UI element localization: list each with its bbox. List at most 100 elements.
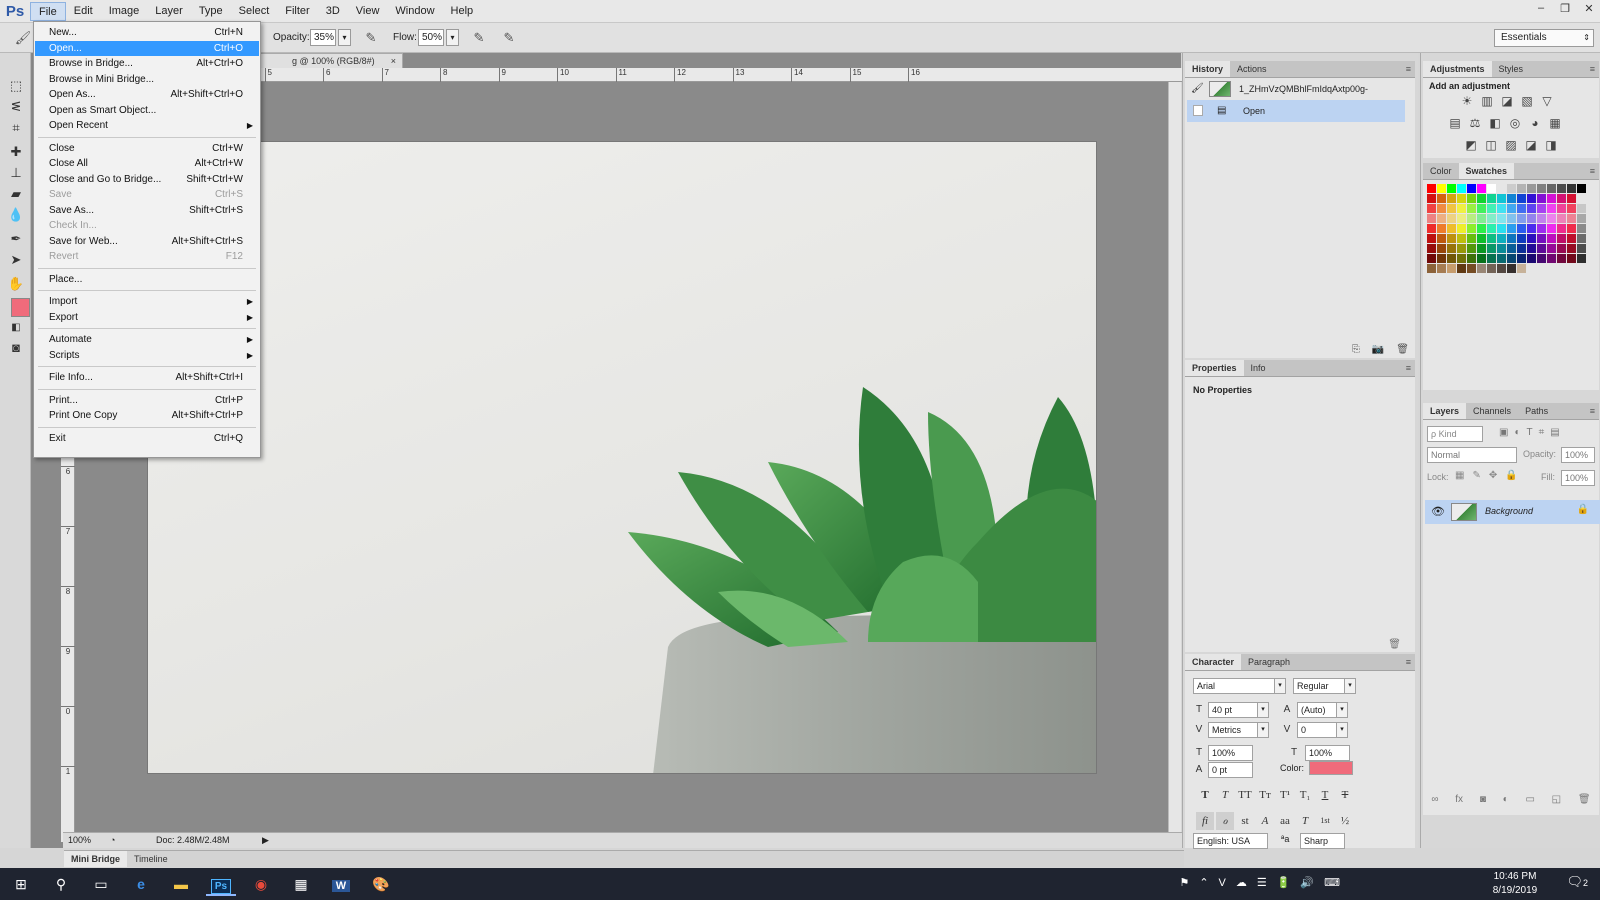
- file-menu-browse-in-bridge[interactable]: Browse in Bridge... Alt+Ctrl+O: [35, 56, 259, 71]
- adjustment-icon[interactable]: ▤: [1447, 116, 1463, 130]
- color-swatch[interactable]: [1427, 224, 1436, 233]
- discretionary-ligatures-button[interactable]: st: [1236, 812, 1254, 830]
- adjustment-icon[interactable]: ◕: [1527, 116, 1543, 130]
- clone-stamp-icon[interactable]: ⊥: [5, 163, 27, 183]
- file-menu-open-as-smart-object[interactable]: Open as Smart Object...: [35, 103, 259, 118]
- tab-paths[interactable]: Paths: [1518, 403, 1555, 419]
- color-swatch[interactable]: [1497, 264, 1506, 273]
- layers-footer-icon[interactable]: ▭: [1525, 794, 1534, 812]
- adjustment-icon[interactable]: ◎: [1507, 116, 1523, 130]
- layer-filter-kind[interactable]: ρ Kind: [1427, 426, 1483, 442]
- tab-properties[interactable]: Properties: [1185, 360, 1244, 376]
- file-explorer-icon[interactable]: ▬: [166, 872, 196, 896]
- tab-adjustments[interactable]: Adjustments: [1423, 61, 1492, 77]
- color-swatch[interactable]: [1467, 214, 1476, 223]
- tab-channels[interactable]: Channels: [1466, 403, 1518, 419]
- superscript-button[interactable]: T¹: [1276, 786, 1294, 804]
- history-step[interactable]: ▤ Open: [1187, 100, 1405, 122]
- color-swatch[interactable]: [1507, 234, 1516, 243]
- layer-filter-icons[interactable]: ▣◐T⌗▤: [1499, 427, 1566, 438]
- leading-dropdown-icon[interactable]: ▾: [1336, 702, 1348, 718]
- color-swatch[interactable]: [1517, 204, 1526, 213]
- menu-type[interactable]: Type: [191, 2, 231, 21]
- color-swatch[interactable]: [1447, 234, 1456, 243]
- color-swatch[interactable]: [1437, 234, 1446, 243]
- color-swatch[interactable]: [1567, 224, 1576, 233]
- tab-history[interactable]: History: [1185, 61, 1231, 77]
- menu-edit[interactable]: Edit: [66, 2, 101, 21]
- file-menu-automate[interactable]: Automate ▶: [35, 332, 259, 347]
- file-menu-browse-in-mini-bridge[interactable]: Browse in Mini Bridge...: [35, 72, 259, 87]
- color-swatch[interactable]: [1447, 204, 1456, 213]
- file-menu-check-in[interactable]: Check In...: [35, 218, 259, 233]
- layers-footer-icon[interactable]: 🗑: [1578, 794, 1591, 812]
- color-swatch[interactable]: [1467, 194, 1476, 203]
- search-icon[interactable]: ⚲: [46, 872, 76, 896]
- file-menu-import[interactable]: Import ▶: [35, 294, 259, 309]
- file-menu-scripts[interactable]: Scripts ▶: [35, 348, 259, 363]
- system-tray-icons[interactable]: ⚑⌃V☁☰🔋🔊⌨: [1179, 876, 1350, 889]
- adjustment-icon[interactable]: ◪: [1523, 138, 1539, 152]
- adjustment-icon[interactable]: ◩: [1463, 138, 1479, 152]
- restore-button[interactable]: ❐: [1554, 0, 1576, 16]
- color-swatch[interactable]: [1477, 224, 1486, 233]
- color-swatch[interactable]: [1497, 244, 1506, 253]
- zoom-level[interactable]: 100%: [68, 833, 91, 848]
- color-swatch[interactable]: [1507, 244, 1516, 253]
- color-swatch[interactable]: [1577, 224, 1586, 233]
- adjustment-icon[interactable]: ▽: [1539, 94, 1555, 108]
- color-swatch[interactable]: [1547, 184, 1556, 193]
- text-color-swatch[interactable]: [1309, 761, 1353, 775]
- color-swatch[interactable]: [1527, 234, 1536, 243]
- adjustment-icon[interactable]: ◧: [1487, 116, 1503, 130]
- color-swatch[interactable]: [1537, 214, 1546, 223]
- color-swatch[interactable]: [1497, 184, 1506, 193]
- file-menu-close-and-go-to-bridge[interactable]: Close and Go to Bridge... Shift+Ctrl+W: [35, 172, 259, 187]
- brush-tool-icon[interactable]: 🖌: [14, 29, 32, 47]
- pressure-size-icon[interactable]: ✎: [500, 29, 518, 47]
- tab-mini-bridge[interactable]: Mini Bridge: [64, 851, 127, 867]
- color-swatch[interactable]: [1477, 244, 1486, 253]
- tab-info[interactable]: Info: [1244, 360, 1273, 376]
- color-swatch[interactable]: [1457, 184, 1466, 193]
- chrome-icon[interactable]: ◉: [246, 872, 276, 896]
- clock[interactable]: 10:46 PM 8/19/2019: [1480, 870, 1550, 898]
- color-swatch[interactable]: [1567, 204, 1576, 213]
- alternates-button[interactable]: ℴ: [1216, 812, 1234, 830]
- color-swatch[interactable]: [1547, 194, 1556, 203]
- horizontal-scale-input[interactable]: 100%: [1305, 745, 1350, 761]
- all-caps-button[interactable]: TT: [1236, 786, 1254, 804]
- panel-menu-icon[interactable]: ≡: [1590, 163, 1595, 179]
- color-swatch[interactable]: [1467, 264, 1476, 273]
- color-swatch[interactable]: [1517, 254, 1526, 263]
- tab-character[interactable]: Character: [1185, 654, 1242, 670]
- color-swatch[interactable]: [1537, 234, 1546, 243]
- color-swatch[interactable]: [1497, 194, 1506, 203]
- color-swatch[interactable]: [1497, 204, 1506, 213]
- color-swatch[interactable]: [1507, 254, 1516, 263]
- notifications-icon[interactable]: 🗨2: [1566, 874, 1588, 890]
- adjustment-icon[interactable]: ◨: [1543, 138, 1559, 152]
- color-swatch[interactable]: [1547, 234, 1556, 243]
- faux-italic-button[interactable]: T: [1216, 786, 1234, 804]
- close-window-button[interactable]: ✕: [1578, 0, 1600, 16]
- color-swatch[interactable]: [1447, 194, 1456, 203]
- menu-window[interactable]: Window: [387, 2, 442, 21]
- stylistic-alternates-button[interactable]: aa: [1276, 812, 1294, 830]
- color-swatch[interactable]: [1527, 194, 1536, 203]
- color-swatch[interactable]: [1557, 184, 1566, 193]
- workspace-select[interactable]: Essentials ⇕: [1494, 29, 1594, 47]
- menu-layer[interactable]: Layer: [147, 2, 191, 21]
- color-swatch[interactable]: [1487, 204, 1496, 213]
- color-swatch[interactable]: [1437, 204, 1446, 213]
- crop-tool-icon[interactable]: ⌗: [5, 118, 27, 138]
- ligatures-button[interactable]: fi: [1196, 812, 1214, 830]
- font-size-dropdown-icon[interactable]: ▾: [1257, 702, 1269, 718]
- tab-layers[interactable]: Layers: [1423, 403, 1467, 419]
- language-select[interactable]: English: USA: [1193, 833, 1268, 849]
- file-menu-place[interactable]: Place...: [35, 272, 259, 287]
- adjustment-icon[interactable]: ◪: [1499, 94, 1515, 108]
- color-swatch[interactable]: [1567, 244, 1576, 253]
- color-swatch[interactable]: [1457, 234, 1466, 243]
- color-swatch[interactable]: [1547, 224, 1556, 233]
